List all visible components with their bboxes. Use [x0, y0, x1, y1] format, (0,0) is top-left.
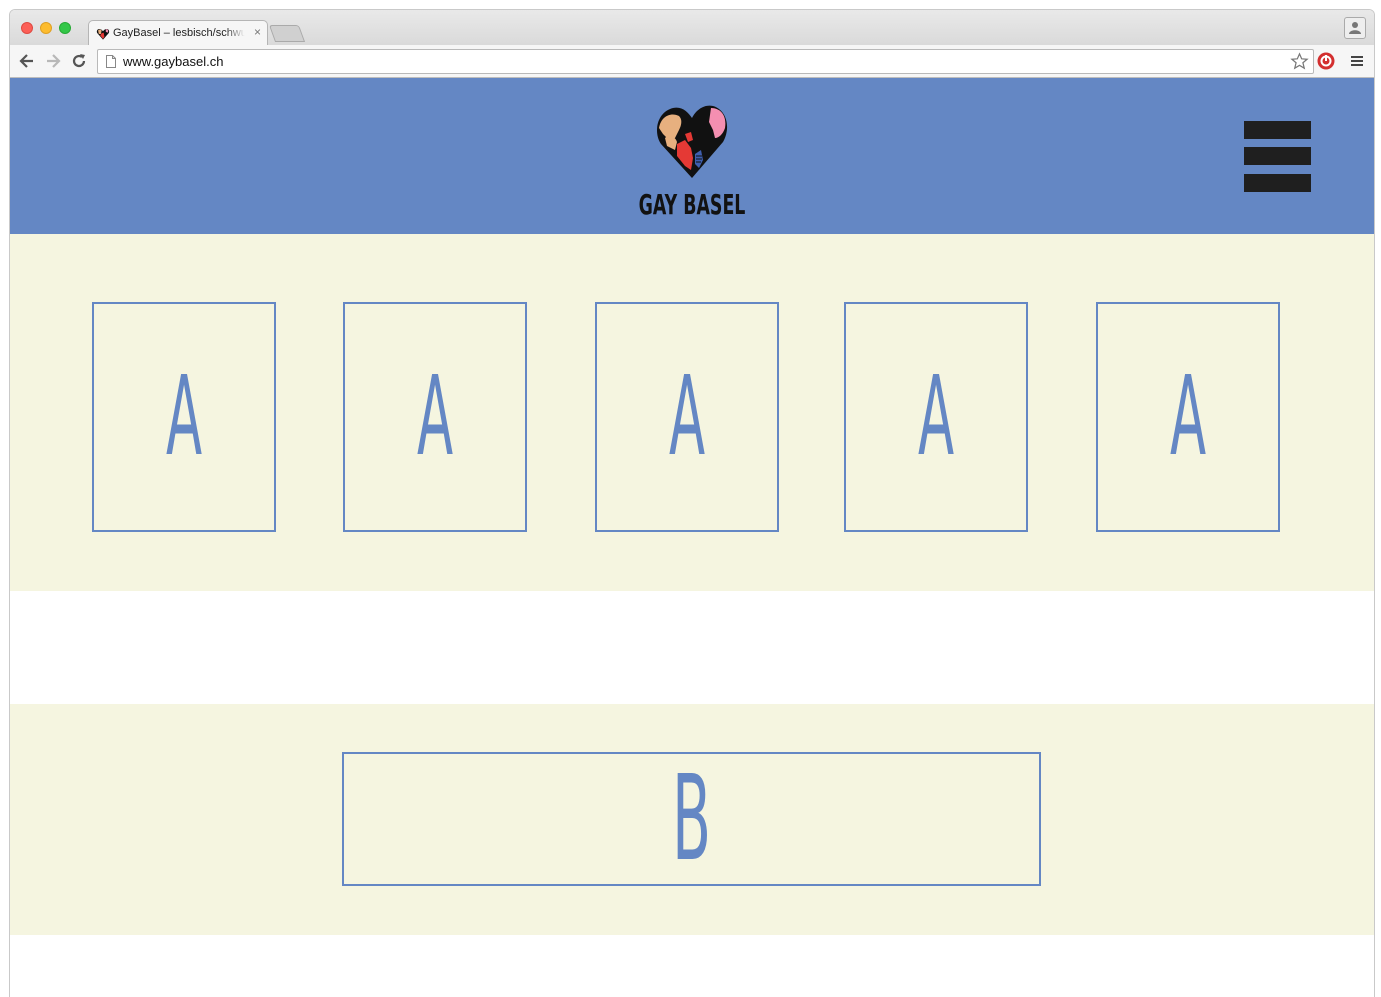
hamburger-icon-bar — [1244, 147, 1311, 165]
hamburger-menu-button[interactable] — [1244, 121, 1311, 192]
site-header: GAY BASEL — [10, 78, 1374, 234]
page-viewport: GAY BASEL A A A A A B — [10, 78, 1374, 997]
browser-toolbar: www.gaybasel.ch — [10, 45, 1374, 78]
tab-close-icon[interactable]: × — [254, 25, 261, 39]
window-close-button[interactable] — [21, 22, 33, 34]
heart-logo-icon[interactable] — [655, 104, 729, 180]
tab-title: GayBasel – lesbisch/schwul — [113, 27, 245, 39]
tiles-section-b: B — [10, 704, 1374, 935]
tile-label: A — [1169, 352, 1207, 480]
tile-label: B — [672, 749, 711, 887]
address-bar[interactable]: www.gaybasel.ch — [97, 49, 1314, 74]
browser-window: GayBasel – lesbisch/schwul × www.gaybase… — [10, 10, 1374, 997]
screen: GayBasel – lesbisch/schwul × www.gaybase… — [0, 0, 1381, 997]
profile-button[interactable] — [1344, 17, 1366, 39]
new-tab-button[interactable] — [268, 25, 306, 42]
tile-b[interactable]: B — [342, 752, 1041, 886]
tile-a-4[interactable]: A — [844, 302, 1028, 532]
extension-icon[interactable] — [1317, 52, 1335, 70]
browser-tab-active[interactable]: GayBasel – lesbisch/schwul × — [88, 20, 268, 46]
page-icon — [106, 55, 116, 68]
tile-a-1[interactable]: A — [92, 302, 276, 532]
url-text[interactable]: www.gaybasel.ch — [123, 54, 223, 69]
hamburger-icon-bar — [1244, 174, 1311, 192]
logo-text[interactable]: GAY BASEL — [630, 188, 754, 221]
browser-titlebar: GayBasel – lesbisch/schwul × — [10, 10, 1374, 46]
menu-icon[interactable] — [1350, 54, 1364, 68]
window-minimize-button[interactable] — [40, 22, 52, 34]
tile-label: A — [917, 352, 955, 480]
window-maximize-button[interactable] — [59, 22, 71, 34]
heart-logo-icon — [96, 28, 110, 40]
forward-arrow-icon[interactable] — [43, 51, 63, 71]
star-icon[interactable] — [1290, 52, 1309, 71]
bottom-section — [10, 935, 1374, 997]
tiles-section-a: A A A A A — [10, 234, 1374, 591]
spacer-section — [10, 591, 1374, 704]
tile-a-3[interactable]: A — [595, 302, 779, 532]
tile-label: A — [165, 352, 203, 480]
hamburger-icon — [1244, 121, 1311, 139]
tile-a-5[interactable]: A — [1096, 302, 1280, 532]
back-arrow-icon[interactable] — [17, 51, 37, 71]
tile-label: A — [668, 352, 706, 480]
tile-a-2[interactable]: A — [343, 302, 527, 532]
tile-label: A — [416, 352, 454, 480]
reload-icon[interactable] — [69, 51, 89, 71]
profile-icon — [1349, 22, 1361, 34]
